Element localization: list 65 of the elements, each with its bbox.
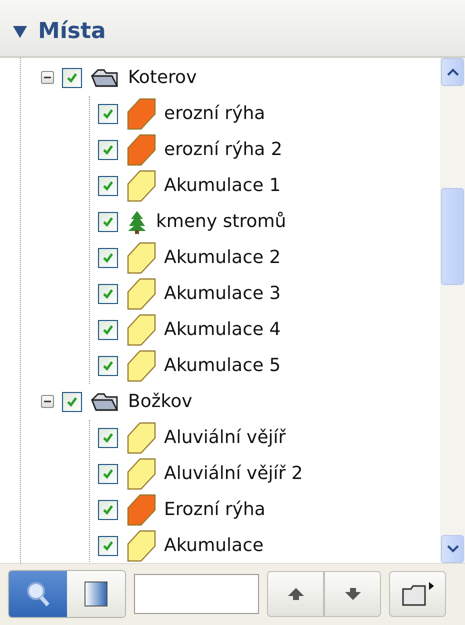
tree-item-label[interactable]: Erozní rýha: [164, 499, 266, 520]
checkmark-icon: [102, 468, 114, 480]
scrollbar-thumb[interactable]: [441, 188, 464, 285]
collapse-button[interactable]: [41, 395, 54, 408]
checkmark-icon: [102, 216, 114, 228]
panel-title: Místa: [38, 19, 106, 44]
folder-icon: [90, 68, 120, 88]
folder-menu-button[interactable]: [389, 571, 446, 618]
checkbox[interactable]: [98, 176, 118, 196]
checkbox[interactable]: [98, 104, 118, 124]
move-up-button[interactable]: [267, 571, 324, 618]
arrow-down-icon: [344, 588, 360, 600]
search-mode-button[interactable]: [9, 571, 67, 618]
checkmark-icon: [102, 180, 114, 192]
folder-icon: [90, 392, 120, 412]
collapse-button[interactable]: [41, 71, 54, 84]
checkmark-icon: [102, 540, 114, 552]
arrow-up-icon: [288, 588, 304, 600]
chevron-up-icon: [446, 68, 458, 76]
tree-item-label[interactable]: erozní rýha: [164, 103, 266, 124]
move-down-button[interactable]: [324, 571, 381, 618]
checkmark-icon: [102, 324, 114, 336]
checkmark-icon: [66, 72, 78, 84]
tree-item-label[interactable]: Akumulace 1: [164, 175, 281, 196]
tree-item-label[interactable]: Božkov: [128, 391, 192, 412]
search-field[interactable]: [134, 574, 259, 614]
tree-item-label[interactable]: Akumulace: [164, 535, 264, 556]
tree-item-label[interactable]: Koterov: [128, 67, 197, 88]
checkmark-icon: [102, 252, 114, 264]
chevron-down-icon: [446, 544, 458, 553]
tree-item-label[interactable]: Aluviální vějíř: [164, 427, 286, 448]
tree-item-label[interactable]: Akumulace 3: [164, 283, 281, 304]
checkbox[interactable]: [98, 356, 118, 376]
checkmark-icon: [102, 360, 114, 372]
checkmark-icon: [102, 432, 114, 444]
checkbox[interactable]: [98, 464, 118, 484]
checkbox[interactable]: [98, 320, 118, 340]
panel-mode-button[interactable]: [67, 571, 125, 618]
tree-item-label[interactable]: Akumulace 2: [164, 247, 281, 268]
checkbox[interactable]: [98, 536, 118, 556]
tree-item-label[interactable]: Akumulace 4: [164, 319, 281, 340]
checkmark-icon: [102, 108, 114, 120]
tree-item-label[interactable]: kmeny stromů: [156, 211, 286, 232]
checkbox[interactable]: [98, 140, 118, 160]
tree-item-label[interactable]: Akumulace 5: [164, 355, 281, 376]
checkbox[interactable]: [62, 392, 82, 412]
collapse-triangle-icon[interactable]: [12, 24, 28, 39]
checkbox[interactable]: [98, 500, 118, 520]
checkbox[interactable]: [98, 248, 118, 268]
checkbox[interactable]: [62, 68, 82, 88]
checkmark-icon: [102, 504, 114, 516]
tree-item-label[interactable]: Aluviální vějíř 2: [164, 463, 303, 484]
checkmark-icon: [66, 396, 78, 408]
scroll-down-button[interactable]: [441, 534, 464, 563]
gradient-square-icon: [84, 581, 108, 608]
checkmark-icon: [102, 288, 114, 300]
tree-icon: [126, 210, 148, 234]
scroll-up-button[interactable]: [441, 58, 464, 86]
checkbox[interactable]: [98, 284, 118, 304]
checkbox[interactable]: [98, 428, 118, 448]
search-icon: [25, 580, 51, 608]
checkbox[interactable]: [98, 212, 118, 232]
tree-item-label[interactable]: erozní rýha 2: [164, 139, 282, 160]
checkmark-icon: [102, 144, 114, 156]
folder-menu-icon: [400, 581, 434, 608]
